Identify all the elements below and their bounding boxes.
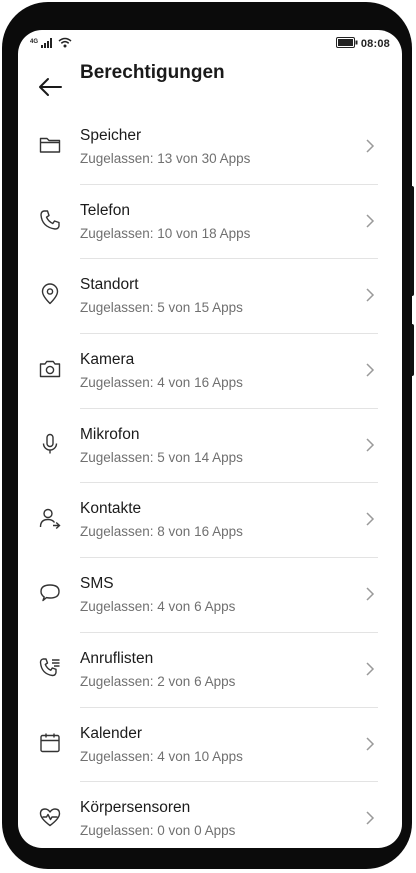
permission-row-standort[interactable]: Standort Zugelassen: 5 von 15 Apps	[18, 259, 402, 335]
permission-label: Kalender	[80, 724, 143, 742]
chevron-right-icon	[366, 662, 375, 676]
chevron-right-icon	[366, 363, 375, 377]
wifi-icon	[58, 37, 72, 51]
contacts-icon	[38, 506, 62, 530]
permission-row-telefon[interactable]: Telefon Zugelassen: 10 von 18 Apps	[18, 185, 402, 260]
permission-summary: Zugelassen: 0 von 0 Apps	[80, 823, 236, 839]
power-button	[410, 324, 414, 376]
permission-label: Anruflisten	[80, 649, 154, 667]
volume-button	[410, 186, 414, 296]
chevron-right-icon	[366, 288, 375, 302]
screen: 4G 08:08 Berechtigungen Speicher Zugelas…	[18, 30, 402, 848]
call-log-icon	[38, 656, 62, 680]
permission-summary: Zugelassen: 10 von 18 Apps	[80, 225, 251, 241]
permission-row-sms[interactable]: SMS Zugelassen: 4 von 6 Apps	[18, 558, 402, 633]
permission-row-kalender[interactable]: Kalender Zugelassen: 4 von 10 Apps	[18, 708, 402, 783]
permission-label: Kamera	[80, 351, 135, 369]
permission-row-kamera[interactable]: Kamera Zugelassen: 4 von 16 Apps	[18, 334, 402, 409]
calendar-icon	[38, 731, 62, 755]
permission-label: SMS	[80, 575, 114, 593]
permission-label: Telefon	[80, 201, 130, 219]
chevron-right-icon	[366, 587, 375, 601]
permission-label: Mikrofon	[80, 425, 140, 443]
permission-label: Speicher	[80, 127, 142, 144]
permission-label: Kontakte	[80, 500, 142, 518]
chevron-right-icon	[366, 811, 375, 825]
permission-row-kontakte[interactable]: Kontakte Zugelassen: 8 von 16 Apps	[18, 483, 402, 559]
message-icon	[38, 581, 62, 605]
chevron-right-icon	[366, 139, 375, 153]
folder-icon	[38, 133, 62, 157]
permission-row-koerpersensoren[interactable]: Körpersensoren Zugelassen: 0 von 0 Apps	[18, 782, 402, 848]
chevron-right-icon	[366, 214, 375, 228]
permission-row-mikrofon[interactable]: Mikrofon Zugelassen: 5 von 14 Apps	[18, 409, 402, 484]
location-icon	[38, 282, 62, 306]
permission-summary: Zugelassen: 5 von 14 Apps	[80, 449, 243, 465]
permission-summary: Zugelassen: 4 von 16 Apps	[80, 375, 243, 391]
permission-summary: Zugelassen: 5 von 15 Apps	[80, 300, 243, 316]
permission-summary: Zugelassen: 13 von 30 Apps	[80, 151, 251, 166]
permission-list: Speicher Zugelassen: 13 von 30 Apps Tele…	[18, 110, 402, 848]
camera-icon	[38, 357, 62, 381]
network-type: 4G	[30, 39, 39, 45]
phone-frame: 4G 08:08 Berechtigungen Speicher Zugelas…	[2, 2, 414, 869]
back-button[interactable]	[36, 72, 66, 102]
chevron-right-icon	[366, 736, 375, 751]
chevron-right-icon	[366, 512, 375, 526]
microphone-icon	[38, 432, 62, 456]
chevron-right-icon	[366, 438, 375, 452]
page-title: Berechtigungen	[80, 62, 225, 83]
permission-summary: Zugelassen: 4 von 10 Apps	[80, 748, 243, 764]
permission-summary: Zugelassen: 4 von 6 Apps	[80, 599, 236, 615]
permission-row-anruflisten[interactable]: Anruflisten Zugelassen: 2 von 6 Apps	[18, 633, 402, 708]
status-bar: 4G 08:08	[18, 30, 402, 58]
signal-icon	[41, 38, 55, 51]
permission-label: Standort	[80, 276, 139, 294]
permission-label: Körpersensoren	[80, 799, 191, 817]
clock: 08:08	[360, 38, 390, 50]
permission-row-speicher[interactable]: Speicher Zugelassen: 13 von 30 Apps	[18, 110, 402, 185]
heart-rate-icon	[38, 805, 62, 829]
battery-icon	[335, 37, 358, 51]
phone-icon	[38, 208, 62, 232]
permission-summary: Zugelassen: 8 von 16 Apps	[80, 524, 243, 540]
arrow-left-icon	[39, 78, 62, 96]
permission-summary: Zugelassen: 2 von 6 Apps	[80, 673, 236, 689]
